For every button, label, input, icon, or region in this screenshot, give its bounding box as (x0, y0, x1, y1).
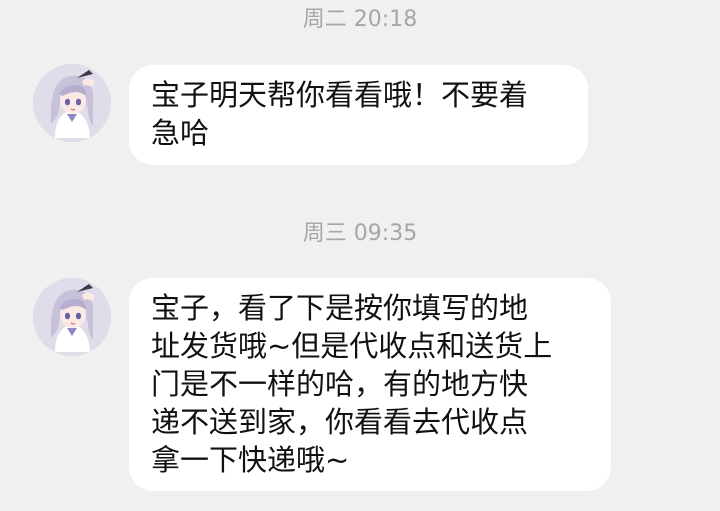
timestamp: 周二 20:18 (302, 7, 418, 32)
message-bubble[interactable]: 宝子，看了下是按你填写的地 址发货哦~但是代收点和送货上 门是不一样的哈，有的地… (129, 278, 611, 491)
timestamp: 周三 09:35 (302, 221, 418, 246)
anime-girl-salute-avatar-icon (33, 64, 111, 142)
avatar[interactable] (33, 64, 111, 142)
message-bubble[interactable]: 宝子明天帮你看看哦！不要着 急哈 (129, 65, 588, 165)
anime-girl-salute-avatar-icon (33, 278, 111, 356)
avatar[interactable] (33, 278, 111, 356)
